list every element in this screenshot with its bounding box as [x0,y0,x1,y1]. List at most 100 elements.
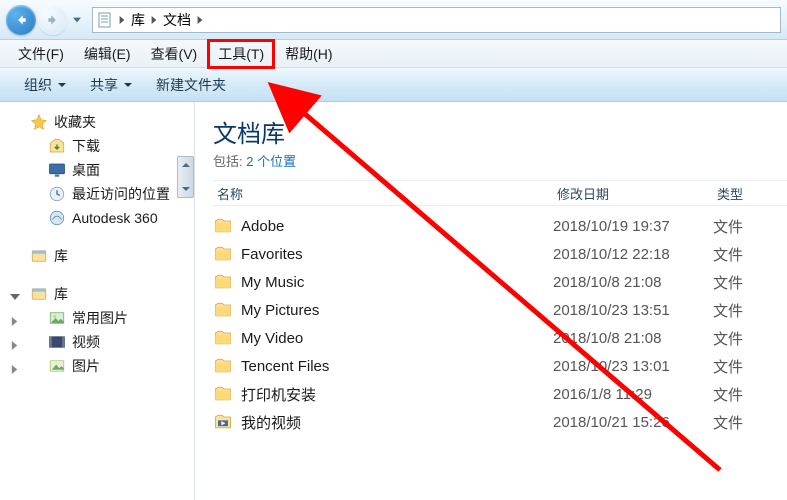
sidebar-library-header[interactable]: 库 [0,282,194,306]
library-icon [30,285,48,303]
images-icon [48,357,66,375]
body-area: 收藏夹 下载桌面最近访问的位置 Autodesk 360 库 库 常用图片视频图片 [0,102,787,500]
sidebar-item-pictures[interactable]: 常用图片 [0,306,194,330]
file-type: 文件 [713,412,743,433]
chevron-right-icon[interactable] [10,313,20,323]
sidebar-item-images[interactable]: 图片 [0,354,194,378]
sidebar-favorites-header[interactable]: 收藏夹 [0,110,194,134]
sidebar-scrollbar[interactable] [177,156,194,198]
menu-edit[interactable]: 编辑(E) [74,40,141,68]
new-folder-button[interactable]: 新建文件夹 [144,75,238,95]
file-row[interactable]: My Pictures2018/10/23 13:51文件 [213,296,787,324]
file-type: 文件 [713,216,743,237]
sidebar-item-autodesk[interactable]: Autodesk 360 [0,206,194,230]
column-headers: 名称 修改日期 类型 [213,180,787,206]
file-row[interactable]: My Music2018/10/8 21:08文件 [213,268,787,296]
chevron-down-icon[interactable] [10,289,20,299]
file-name: My Video [241,330,553,347]
back-button[interactable] [6,5,36,35]
sidebar-item-label: Autodesk 360 [72,210,158,226]
file-date: 2018/10/12 22:18 [553,246,713,263]
file-date: 2016/1/8 11:29 [553,386,713,403]
file-row[interactable]: Favorites2018/10/12 22:18文件 [213,240,787,268]
sidebar-item-label: 视频 [72,332,100,352]
file-date: 2018/10/23 13:01 [553,358,713,375]
file-name: Tencent Files [241,358,553,375]
file-name: My Pictures [241,302,553,319]
history-dropdown[interactable] [70,9,84,31]
sidebar-item-recent[interactable]: 最近访问的位置 [0,182,194,206]
menu-file[interactable]: 文件(F) [8,40,74,68]
forward-button[interactable] [38,5,68,35]
file-row[interactable]: Adobe2018/10/19 19:37文件 [213,212,787,240]
file-type: 文件 [713,272,743,293]
includes-link[interactable]: 2 个位置 [246,154,296,169]
file-name: 我的视频 [241,412,553,433]
folder-icon [213,244,233,264]
breadcrumb-documents[interactable]: 文档 [159,10,195,30]
file-type: 文件 [713,356,743,377]
sidebar-library-shortcut: 库 [0,244,194,268]
file-type: 文件 [713,300,743,321]
folder-icon [213,356,233,376]
sidebar-item-desktop[interactable]: 桌面 [0,158,194,182]
folder-icon [213,272,233,292]
menu-help[interactable]: 帮助(H) [275,40,342,68]
chevron-right-icon[interactable] [10,361,20,371]
menu-tools[interactable]: 工具(T) [207,39,275,69]
file-name: Adobe [241,218,553,235]
content-pane: 文档库 包括: 2 个位置 名称 修改日期 类型 Adobe2018/10/19… [195,102,787,500]
sidebar-library-group: 库 常用图片视频图片 [0,282,194,378]
sidebar-favorites-group: 收藏夹 下载桌面最近访问的位置 Autodesk 360 [0,110,194,230]
recent-icon [48,185,66,203]
menu-view[interactable]: 查看(V) [141,40,208,68]
downloads-icon [48,137,66,155]
sidebar-item-label: 最近访问的位置 [72,184,170,204]
library-subtitle: 包括: 2 个位置 [213,151,787,170]
file-name: Favorites [241,246,553,263]
file-row[interactable]: 我的视频2018/10/21 15:26文件 [213,408,787,436]
star-icon [30,113,48,131]
sidebar-favorites-label: 收藏夹 [54,112,96,132]
file-name: My Music [241,274,553,291]
sidebar-library-shortcut-header[interactable]: 库 [0,244,194,268]
folder-icon [213,328,233,348]
sidebar-item-videos[interactable]: 视频 [0,330,194,354]
chevron-right-icon[interactable] [10,337,20,347]
sidebar-item-label: 常用图片 [72,308,128,328]
sidebar-item-label: 桌面 [72,160,100,180]
file-name: 打印机安装 [241,384,553,405]
share-button[interactable]: 共享 [78,75,144,95]
chevron-right-icon[interactable] [197,11,203,29]
file-row[interactable]: Tencent Files2018/10/23 13:01文件 [213,352,787,380]
sidebar-item-label: 下载 [72,136,100,156]
navigation-bar: 库 文档 [0,0,787,40]
file-date: 2018/10/8 21:08 [553,274,713,291]
file-row[interactable]: My Video2018/10/8 21:08文件 [213,324,787,352]
file-type: 文件 [713,384,743,405]
file-type: 文件 [713,328,743,349]
library-title: 文档库 [213,114,787,149]
document-icon [97,12,113,28]
menu-bar: 文件(F)编辑(E)查看(V)工具(T)帮助(H) [0,40,787,68]
sidebar-library-shortcut-label: 库 [54,246,68,266]
desktop-icon [48,161,66,179]
library-icon [30,247,48,265]
file-date: 2018/10/19 19:37 [553,218,713,235]
pictures-icon [48,309,66,327]
sidebar-item-label: 图片 [72,356,100,376]
library-header: 文档库 包括: 2 个位置 [213,114,787,170]
organize-button[interactable]: 组织 [12,75,78,95]
breadcrumb-library[interactable]: 库 [127,10,149,30]
column-date[interactable]: 修改日期 [553,184,713,203]
command-bar: 组织 共享 新建文件夹 [0,68,787,102]
file-date: 2018/10/21 15:26 [553,414,713,431]
folder-icon [213,412,233,432]
column-name[interactable]: 名称 [213,184,553,203]
chevron-right-icon[interactable] [119,11,125,29]
column-type[interactable]: 类型 [713,184,747,203]
sidebar-item-downloads[interactable]: 下载 [0,134,194,158]
chevron-right-icon[interactable] [151,11,157,29]
address-bar[interactable]: 库 文档 [92,7,781,33]
file-row[interactable]: 打印机安装2016/1/8 11:29文件 [213,380,787,408]
